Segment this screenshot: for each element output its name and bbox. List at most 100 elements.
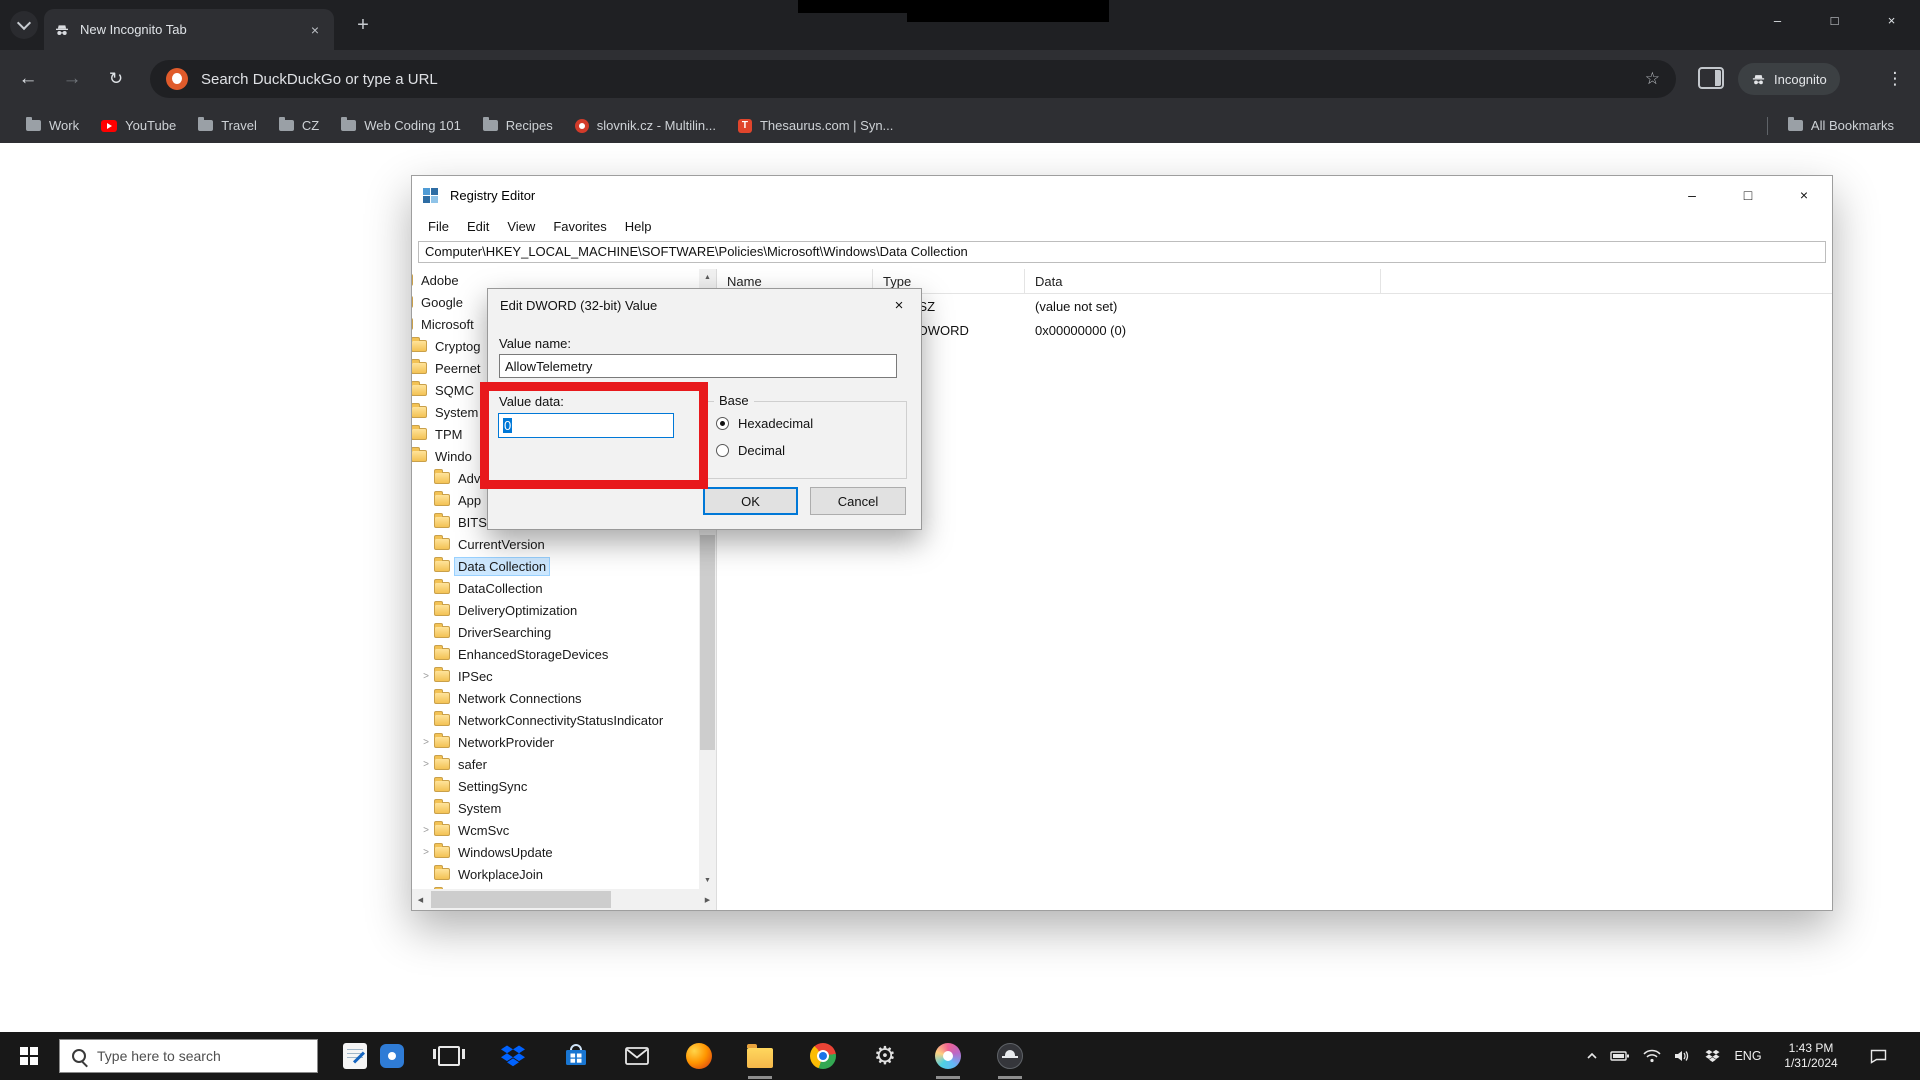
- radio-unchecked-icon[interactable]: [716, 444, 729, 457]
- chevron-right-icon[interactable]: >: [418, 671, 434, 682]
- tree-item[interactable]: > System: [418, 797, 699, 819]
- battery-icon[interactable]: [1606, 1032, 1634, 1080]
- bookmark-item[interactable]: Work: [16, 114, 89, 137]
- network-icon[interactable]: [1638, 1032, 1666, 1080]
- registry-close-button[interactable]: ×: [1776, 176, 1832, 214]
- bookmark-item[interactable]: Thesaurus.com | Syn...: [728, 114, 903, 137]
- bookmark-item[interactable]: Recipes: [473, 114, 563, 137]
- browser-menu-button[interactable]: ⋮: [1880, 62, 1910, 96]
- taskbar-icon-dropbox[interactable]: [485, 1032, 541, 1080]
- dialog-title[interactable]: Edit DWORD (32-bit) Value: [488, 289, 921, 321]
- search-placeholder: Type here to search: [97, 1048, 221, 1064]
- tree-item[interactable]: > DataCollection: [418, 577, 699, 599]
- bookmark-icon: [341, 120, 356, 131]
- value-name-input[interactable]: AllowTelemetry: [499, 354, 897, 378]
- taskbar-icon-chrome[interactable]: [795, 1032, 851, 1080]
- tab-search-button[interactable]: [10, 11, 38, 39]
- tree-item[interactable]: > WcmSvc: [418, 819, 699, 841]
- registry-menu-bar: FileEditViewFavoritesHelp: [412, 214, 1832, 239]
- bookmark-item[interactable]: CZ: [269, 114, 329, 137]
- tree-item[interactable]: > NetworkProvider: [418, 731, 699, 753]
- tree-item[interactable]: > WindowsUpdate: [418, 841, 699, 863]
- taskbar-icon-explorer[interactable]: [732, 1032, 788, 1080]
- browser-maximize-button[interactable]: □: [1806, 0, 1863, 40]
- tab-close-icon[interactable]: ×: [306, 22, 324, 38]
- decimal-radio-row[interactable]: Decimal: [716, 443, 785, 458]
- browser-minimize-button[interactable]: –: [1749, 0, 1806, 40]
- dropbox-tray-icon[interactable]: [1698, 1032, 1726, 1080]
- tree-item[interactable]: > WorkplaceJoin: [418, 863, 699, 885]
- folder-icon: [412, 340, 427, 352]
- tree-item[interactable]: > DriverSearching: [418, 621, 699, 643]
- tree-horizontal-scrollbar[interactable]: ◀ ▶: [412, 889, 716, 910]
- all-bookmarks-button[interactable]: All Bookmarks: [1778, 114, 1904, 137]
- reload-button[interactable]: ↻: [96, 59, 136, 99]
- taskbar-icon-settings[interactable]: ⚙: [857, 1032, 913, 1080]
- vertical-scroll-thumb[interactable]: [700, 535, 715, 750]
- taskbar-icon-store[interactable]: [548, 1032, 604, 1080]
- menu-item[interactable]: Favorites: [544, 216, 615, 237]
- taskbar-icon-chrome-incognito[interactable]: [982, 1032, 1038, 1080]
- bookmark-item[interactable]: Web Coding 101: [331, 114, 471, 137]
- bookmark-item[interactable]: YouTube: [91, 114, 186, 137]
- menu-item[interactable]: File: [419, 216, 458, 237]
- radio-checked-icon[interactable]: [716, 417, 729, 430]
- registry-minimize-button[interactable]: –: [1664, 176, 1720, 214]
- bookmark-star-icon[interactable]: ☆: [1645, 69, 1660, 89]
- registry-title-bar[interactable]: Registry Editor – □ ×: [412, 176, 1832, 214]
- hidden-icons-chevron[interactable]: [1578, 1032, 1606, 1080]
- tree-item[interactable]: > Network Connections: [418, 687, 699, 709]
- tree-item[interactable]: > EnhancedStorageDevices: [418, 643, 699, 665]
- forward-button[interactable]: →: [52, 59, 92, 99]
- clock[interactable]: 1:43 PM 1/31/2024: [1768, 1032, 1854, 1080]
- chevron-right-icon[interactable]: >: [418, 847, 434, 858]
- tree-item[interactable]: > IPSec: [418, 665, 699, 687]
- decimal-radio-label: Decimal: [738, 443, 785, 458]
- taskbar-icon-task-view[interactable]: [421, 1032, 477, 1080]
- scroll-down-icon[interactable]: ▼: [699, 872, 716, 889]
- tree-item[interactable]: > SettingSync: [418, 775, 699, 797]
- dialog-close-button[interactable]: ×: [877, 289, 921, 321]
- language-indicator[interactable]: ENG: [1730, 1032, 1766, 1080]
- folder-icon: [412, 406, 427, 418]
- cancel-button[interactable]: Cancel: [810, 487, 906, 515]
- bookmark-item[interactable]: Travel: [188, 114, 267, 137]
- new-tab-button[interactable]: +: [350, 13, 376, 39]
- scroll-right-icon[interactable]: ▶: [699, 889, 716, 910]
- tree-item[interactable]: > DeliveryOptimization: [418, 599, 699, 621]
- taskbar-icon-paint[interactable]: [920, 1032, 976, 1080]
- tree-item[interactable]: > CurrentVersion: [418, 533, 699, 555]
- registry-maximize-button[interactable]: □: [1720, 176, 1776, 214]
- folder-icon: [434, 714, 450, 726]
- action-center-icon[interactable]: [1858, 1032, 1898, 1080]
- column-header-data[interactable]: Data: [1025, 269, 1381, 293]
- scroll-up-icon[interactable]: ▲: [699, 269, 716, 286]
- registry-address-box[interactable]: Computer\HKEY_LOCAL_MACHINE\SOFTWARE\Pol…: [418, 241, 1826, 263]
- address-bar[interactable]: Search DuckDuckGo or type a URL ☆: [150, 60, 1676, 98]
- horizontal-scroll-thumb[interactable]: [431, 891, 611, 908]
- side-panel-icon[interactable]: [1698, 67, 1724, 89]
- ok-button[interactable]: OK: [703, 487, 798, 515]
- taskbar-icon-mail[interactable]: [609, 1032, 665, 1080]
- address-bar-text[interactable]: Search DuckDuckGo or type a URL: [201, 71, 1632, 88]
- scroll-left-icon[interactable]: ◀: [412, 889, 429, 910]
- tree-item[interactable]: > safer: [418, 753, 699, 775]
- back-button[interactable]: ←: [8, 59, 48, 99]
- volume-icon[interactable]: [1668, 1032, 1696, 1080]
- hexadecimal-radio-row[interactable]: Hexadecimal: [716, 416, 813, 431]
- chevron-right-icon[interactable]: >: [418, 759, 434, 770]
- chevron-right-icon[interactable]: >: [418, 737, 434, 748]
- chevron-right-icon[interactable]: >: [418, 825, 434, 836]
- browser-tab[interactable]: New Incognito Tab ×: [44, 9, 334, 50]
- tree-item[interactable]: > Data Collection: [418, 555, 699, 577]
- menu-item[interactable]: Edit: [458, 216, 498, 237]
- taskbar-icon-app[interactable]: [370, 1032, 414, 1080]
- tree-item[interactable]: > NetworkConnectivityStatusIndicator: [418, 709, 699, 731]
- taskbar-icon-firefox[interactable]: [671, 1032, 727, 1080]
- menu-item[interactable]: View: [498, 216, 544, 237]
- start-button[interactable]: [0, 1032, 58, 1080]
- taskbar-search-box[interactable]: Type here to search: [59, 1039, 318, 1073]
- bookmark-item[interactable]: slovnik.cz - Multilin...: [565, 114, 726, 137]
- menu-item[interactable]: Help: [616, 216, 661, 237]
- browser-close-button[interactable]: ×: [1863, 0, 1920, 40]
